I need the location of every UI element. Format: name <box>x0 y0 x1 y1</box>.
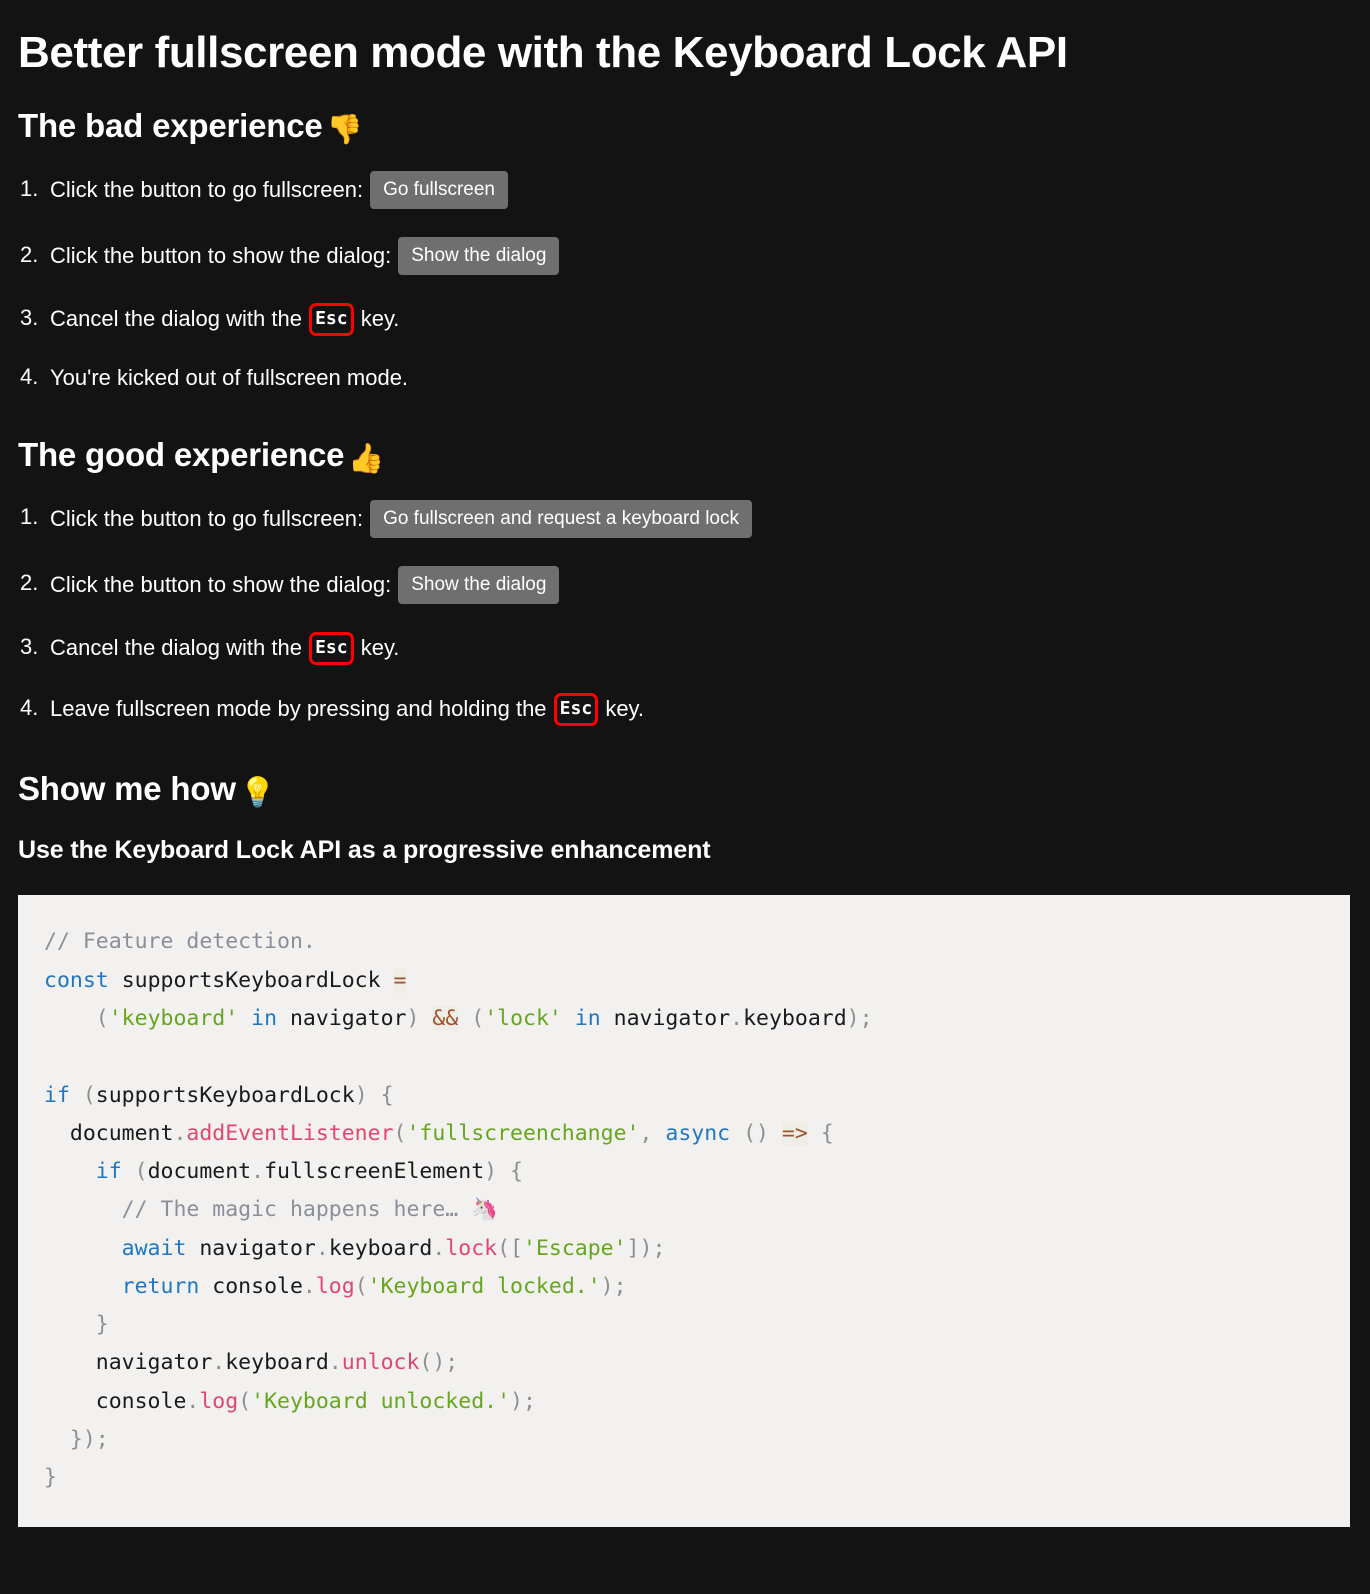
go-fullscreen-button[interactable]: Go fullscreen <box>370 171 509 210</box>
list-item: Cancel the dialog with the Esc key. <box>50 618 1370 679</box>
esc-key: Esc <box>309 631 354 665</box>
section-heading-bad-label: The bad experience <box>18 107 323 145</box>
esc-key: Esc <box>553 692 599 726</box>
list-item: Leave fullscreen mode by pressing and ho… <box>50 679 1370 740</box>
show-dialog-button[interactable]: Show the dialog <box>398 565 560 604</box>
go-fullscreen-keyboard-lock-button[interactable]: Go fullscreen and request a keyboard loc… <box>370 499 752 538</box>
section-heading-good: The good experience 👍 <box>0 406 1370 474</box>
esc-key: Esc <box>309 303 354 337</box>
step-text-prefix: Cancel the dialog with the <box>50 634 302 660</box>
step-text: Click the button to show the dialog: <box>50 571 392 597</box>
step-text: Click the button to go fullscreen: <box>50 505 364 531</box>
section-heading-bad: The bad experience 👎 <box>0 77 1370 145</box>
step-text-suffix: key. <box>360 634 400 660</box>
list-item: Click the button to show the dialog: Show… <box>50 552 1370 618</box>
list-item: Click the button to go fullscreen: Go ful… <box>50 157 1370 223</box>
show-dialog-button[interactable]: Show the dialog <box>398 237 560 276</box>
step-text: Click the button to go fullscreen: <box>50 177 364 202</box>
section-heading-howto-label: Show me how <box>18 769 236 807</box>
list-item: Cancel the dialog with the Esc key. <box>50 289 1370 350</box>
thumbs-down-icon: 👎 <box>326 112 363 147</box>
article-page: Better fullscreen mode with the Keyboard… <box>0 0 1370 1594</box>
code-subheading: Use the Keyboard Lock API as a progressi… <box>18 836 711 865</box>
good-experience-steps: Click the button to go fullscreen: Go ful… <box>0 486 1370 740</box>
step-text-prefix: Cancel the dialog with the <box>50 306 302 332</box>
step-text: You're kicked out of fullscreen mode. <box>50 365 409 391</box>
list-item: Click the button to go fullscreen: Go ful… <box>50 486 1370 552</box>
step-text-suffix: key. <box>360 306 400 332</box>
section-heading-howto: Show me how 💡 <box>0 740 1370 808</box>
light-bulb-icon: 💡 <box>239 774 276 809</box>
code-snippet: // Feature detection. const supportsKeyb… <box>44 923 1324 1497</box>
step-text: Click the button to show the dialog: <box>50 243 392 268</box>
section-heading-good-label: The good experience <box>18 435 345 473</box>
list-item: You're kicked out of fullscreen mode. <box>50 350 1370 405</box>
step-text-suffix: key. <box>605 695 645 721</box>
bottom-spacer <box>0 1527 1370 1567</box>
page-title: Better fullscreen mode with the Keyboard… <box>18 28 1068 77</box>
code-content: // Feature detection. const supportsKeyb… <box>44 929 873 1491</box>
bad-experience-steps: Click the button to go fullscreen: Go ful… <box>0 157 1370 405</box>
list-item: Click the button to show the dialog: Show… <box>50 223 1370 289</box>
thumbs-up-icon: 👍 <box>348 440 385 475</box>
code-block: // Feature detection. const supportsKeyb… <box>18 895 1350 1528</box>
step-text-prefix: Leave fullscreen mode by pressing and ho… <box>50 695 547 721</box>
